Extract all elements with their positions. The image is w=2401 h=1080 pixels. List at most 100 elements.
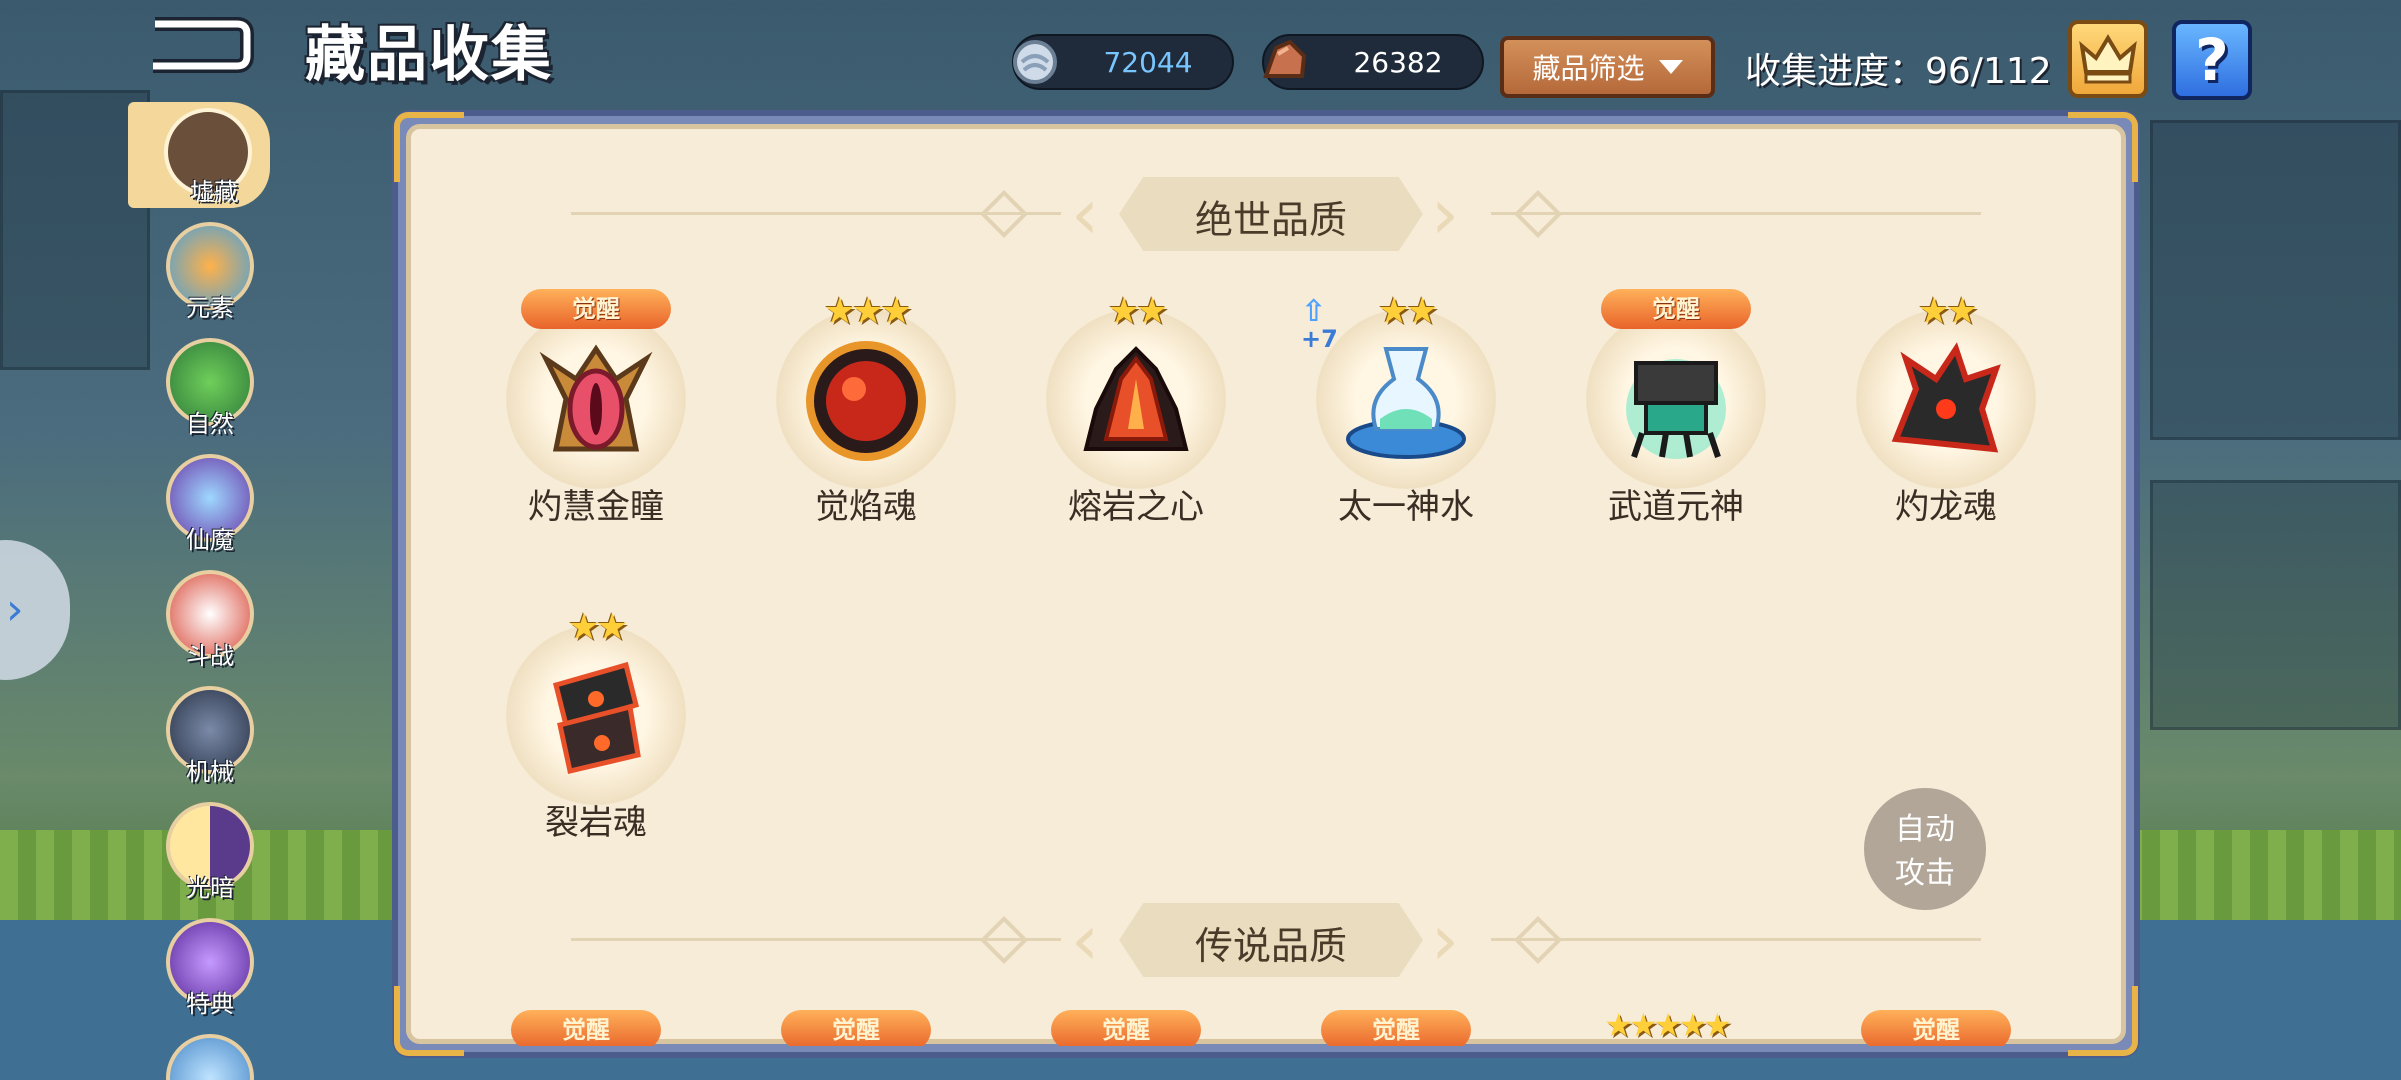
diamond-ornament-icon (979, 189, 1029, 239)
level-boost: ⇧ +7 (1301, 294, 1338, 354)
chevron-right-ornament-icon: › (1431, 173, 1459, 255)
diamond-ornament-icon (979, 915, 1029, 965)
divine-water-icon (1336, 329, 1476, 469)
item-name: 觉焰魂 (815, 487, 917, 527)
collection-item-partial[interactable]: ★★★★★ (1566, 1006, 1766, 1046)
currency-ore-value: 26382 (1353, 46, 1443, 79)
panel-corner-ornament (394, 986, 464, 1056)
panel-corner-ornament (2068, 986, 2138, 1056)
sidebar-item-douzhan[interactable]: 斗战 (160, 570, 260, 670)
collection-panel: ‹ 绝世品质 › 觉醒 灼慧金瞳 ★★★ 觉焰魂 ★★ 熔岩之心 ★★ ⇧ +7… (406, 124, 2126, 1044)
expand-sidebar-button[interactable]: › (0, 540, 70, 680)
star-rating: ★★★★★ (1604, 1006, 1731, 1044)
chevron-left-ornament-icon: ‹ (1071, 173, 1099, 255)
section-title: 传说品质 (1194, 924, 1347, 968)
auto-attack-line2: 攻击 (1895, 856, 1955, 891)
collection-progress: 收集进度：96/112 (1745, 51, 2052, 92)
item-name: 太一神水 (1338, 487, 1474, 527)
star-rating: ★★ (567, 607, 629, 648)
sidebar-item-label: 光暗 (186, 874, 234, 902)
filter-label: 藏品筛选 (1532, 52, 1645, 85)
item-name: 灼慧金瞳 (528, 487, 664, 527)
awakened-badge: 觉醒 (521, 289, 671, 329)
collection-item[interactable]: ★★ 裂岩魂 (491, 605, 701, 865)
spirit-stone-icon (1013, 40, 1057, 84)
collection-item[interactable]: 觉醒 灼慧金瞳 (491, 289, 701, 549)
sidebar-item-guangan[interactable]: 光暗 (160, 802, 260, 902)
sidebar-item-label: 墟藏 (190, 178, 238, 206)
chevron-left-ornament-icon: ‹ (1071, 899, 1099, 981)
awakened-badge: 觉醒 (1321, 1010, 1471, 1046)
awakened-badge: 觉醒 (511, 1010, 661, 1046)
help-icon: ? (2195, 26, 2229, 94)
divider-line (1491, 212, 1981, 215)
background-ruin-right-lower (2150, 480, 2401, 730)
sidebar-item-tedian[interactable]: 特典 (160, 918, 260, 1018)
sidebar-item-label: 仙魔 (186, 526, 234, 554)
collection-item-partial[interactable]: 觉醒 (756, 1006, 956, 1046)
collection-item-partial[interactable]: 觉醒 (1026, 1006, 1226, 1046)
section-header-legendary: ‹ 传说品质 › (411, 895, 2121, 985)
page-title: 藏品收集 (305, 20, 553, 90)
collection-item[interactable]: ★★ ⇧ +7 太一神水 (1301, 289, 1511, 549)
panel-corner-ornament (2068, 112, 2138, 182)
arrow-up-icon: ⇧ (1301, 294, 1327, 329)
currency-spirit-stone: 72044 (1012, 34, 1234, 90)
section-title: 绝世品质 (1194, 198, 1347, 242)
lava-heart-icon (1066, 329, 1206, 469)
star-rating: ★★ (1917, 291, 1979, 332)
chevron-right-icon: › (6, 584, 24, 635)
chevron-right-ornament-icon: › (1431, 899, 1459, 981)
background-ruin-right (2150, 120, 2401, 440)
currency-spirit-stone-value: 72044 (1103, 46, 1193, 79)
sidebar-item-more[interactable] (160, 1034, 260, 1080)
auto-attack-button[interactable]: 自动 攻击 (1864, 788, 1986, 910)
flame-soul-icon (796, 329, 936, 469)
sidebar-item-jixie[interactable]: 机械 (160, 686, 260, 786)
item-name: 裂岩魂 (545, 803, 647, 843)
item-name: 熔岩之心 (1068, 487, 1204, 527)
sidebar-item-ziran[interactable]: 自然 (160, 338, 260, 438)
currency-ore: 26382 (1262, 34, 1484, 90)
section-header-peerless: ‹ 绝世品质 › (411, 169, 2121, 259)
auto-attack-line1: 自动 (1895, 812, 1955, 847)
collection-item[interactable]: 觉醒 武道元神 (1571, 289, 1781, 549)
collection-item-partial[interactable]: 觉醒 (1836, 1006, 2036, 1046)
back-button[interactable] (145, 16, 255, 74)
crown-button[interactable] (2068, 20, 2148, 98)
boost-value: +7 (1301, 325, 1338, 353)
back-arrow-icon (153, 17, 254, 73)
awakened-badge: 觉醒 (781, 1010, 931, 1046)
collection-item-partial[interactable]: 觉醒 (486, 1006, 686, 1046)
star-rating: ★★ (1107, 291, 1169, 332)
chevron-down-icon (1658, 60, 1683, 74)
panel-corner-ornament (394, 112, 464, 182)
item-name: 武道元神 (1608, 487, 1744, 527)
divider-line (1491, 938, 1981, 941)
sidebar-item-label: 斗战 (186, 642, 234, 670)
awakened-badge: 觉醒 (1861, 1010, 2011, 1046)
collection-item[interactable]: ★★★ 觉焰魂 (761, 289, 971, 549)
crown-icon (2079, 34, 2137, 84)
help-button[interactable]: ? (2172, 20, 2252, 100)
item-name: 灼龙魂 (1895, 487, 1997, 527)
sidebar-item-label: 机械 (186, 758, 234, 786)
dragon-soul-icon (1876, 329, 2016, 469)
awakened-badge: 觉醒 (1051, 1010, 1201, 1046)
sidebar-item-yuansu[interactable]: 元素 (160, 222, 260, 322)
sidebar-item-xianmo[interactable]: 仙魔 (160, 454, 260, 554)
collection-item-partial[interactable]: 觉醒 (1296, 1006, 1496, 1046)
collection-item[interactable]: ★★ 熔岩之心 (1031, 289, 1241, 549)
sidebar-item-label: 自然 (186, 410, 234, 438)
sidebar-item-xucang[interactable]: 墟藏 (128, 102, 270, 208)
star-rating: ★★★ (823, 291, 913, 332)
awakened-badge: 觉醒 (1601, 289, 1751, 329)
sidebar-item-label: 元素 (186, 294, 234, 322)
sidebar-item-label: 特典 (186, 990, 234, 1018)
ore-icon (1263, 39, 1307, 78)
golden-eye-icon (526, 329, 666, 469)
rift-rock-soul-icon (526, 645, 666, 785)
collection-item[interactable]: ★★ 灼龙魂 (1841, 289, 2051, 549)
more-tab-icon (166, 1034, 254, 1080)
filter-dropdown[interactable]: 藏品筛选 (1500, 36, 1715, 98)
